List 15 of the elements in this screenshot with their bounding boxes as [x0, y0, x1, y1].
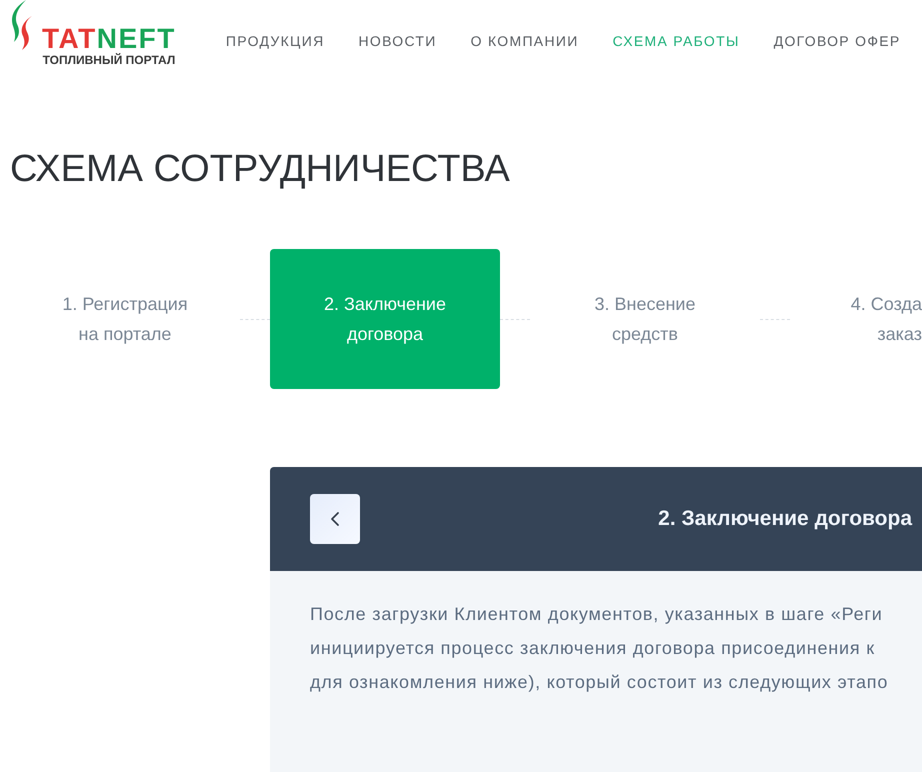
nav-link[interactable]: СХЕМА РАБОТЫ [612, 32, 740, 50]
nav-link[interactable]: О КОМПАНИИ [470, 32, 579, 50]
step-tab[interactable]: 1. Регистрация на портале [10, 249, 240, 389]
back-button[interactable] [310, 494, 360, 544]
step-tab[interactable]: 3. Внесение средств [530, 249, 760, 389]
page-title: СХЕМА СОТРУДНИЧЕСТВА [10, 147, 510, 192]
step-tab[interactable]: 4. Созда заказ [790, 249, 922, 389]
nav-link[interactable]: ДОГОВОР ОФЕР [774, 32, 901, 50]
logo-subtitle: ТОПЛИВНЫЙ ПОРТАЛ [42, 53, 176, 67]
logo-wordmark[interactable]: TATNEFT [42, 26, 176, 52]
nav-link[interactable]: НОВОСТИ [358, 32, 437, 50]
nav-link[interactable]: ПРОДУКЦИЯ [226, 32, 324, 50]
card-description: После загрузки Клиентом документов, указанных в шаге «Реги инициируется процесс заключения договора присоединения к для ознакомления ниже), который состоит из следующих этапо [310, 603, 888, 694]
card-title: 2. Заключение договора [658, 506, 912, 532]
step-tab[interactable]: 2. Заключение договора [270, 249, 500, 389]
